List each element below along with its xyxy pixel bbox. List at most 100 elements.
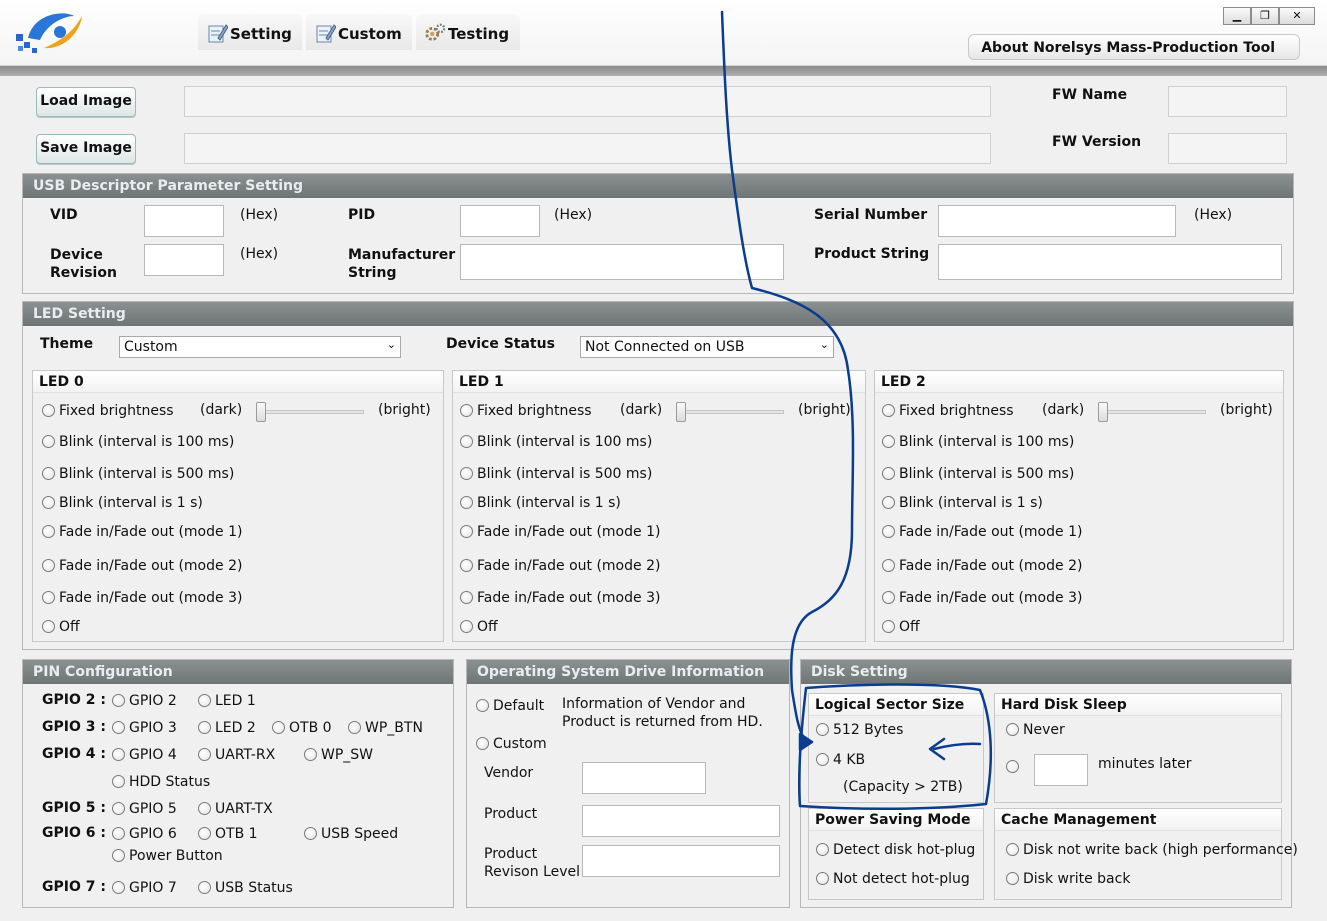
led-0-fade-mode1-radio[interactable]: Fade in/Fade out (mode 1) (42, 524, 242, 540)
product-string-input[interactable] (938, 244, 1282, 280)
theme-select[interactable]: Custom ⌄ (119, 336, 401, 358)
led-0-fade-mode2-radio[interactable]: Fade in/Fade out (mode 2) (42, 558, 242, 574)
manufacturer-string-input[interactable] (460, 244, 784, 280)
led-2-fade-mode3-radio[interactable]: Fade in/Fade out (mode 3) (882, 590, 1082, 606)
radio-icon (816, 843, 829, 856)
os-default-radio[interactable]: Default (476, 698, 544, 714)
led-1-blink-1s-radio[interactable]: Blink (interval is 1 s) (460, 495, 621, 511)
about-button[interactable]: About Norelsys Mass-Production Tool (968, 34, 1300, 60)
led-0-off-radio[interactable]: Off (42, 619, 80, 635)
radio-icon (198, 721, 211, 734)
led-2-fixed-brightness-radio[interactable]: Fixed brightness (882, 403, 1014, 419)
tab-testing[interactable]: Testing (416, 14, 520, 50)
led-0-fixed-brightness-radio[interactable]: Fixed brightness (42, 403, 174, 419)
gpio-4-wpsw-radio[interactable]: WP_SW (304, 747, 373, 763)
led-0-blink-100-radio[interactable]: Blink (interval is 100 ms) (42, 434, 234, 450)
radio-icon (42, 435, 55, 448)
sleep-never-radio[interactable]: Never (1006, 722, 1065, 738)
gpio-7-usbstatus-radio[interactable]: USB Status (198, 880, 293, 896)
radio-icon (1006, 723, 1019, 736)
radio-icon (460, 591, 473, 604)
gpio-3-otb0-radio[interactable]: OTB 0 (272, 720, 332, 736)
revision-label-line-1: Product (484, 846, 538, 862)
app-logo-icon (16, 13, 82, 53)
tab-custom[interactable]: Custom (306, 14, 412, 50)
sleep-minutes-input[interactable] (1034, 754, 1088, 786)
fw-name-label: FW Name (1052, 87, 1128, 103)
product-input[interactable] (582, 805, 780, 837)
led-2-title: LED 2 (875, 371, 1283, 393)
sector-4kb-radio[interactable]: 4 KB (816, 752, 865, 768)
led-2-blink-500-radio[interactable]: Blink (interval is 500 ms) (882, 466, 1074, 482)
gpio-5-uarttx-radio[interactable]: UART-TX (198, 801, 273, 817)
fw-version-label: FW Version (1052, 134, 1142, 150)
led-0-blink-500-radio[interactable]: Blink (interval is 500 ms) (42, 466, 234, 482)
theme-value: Custom (124, 339, 178, 355)
close-icon[interactable]: ✕ (1279, 7, 1315, 25)
gpio-7-gpio7-radio[interactable]: GPIO 7 (112, 880, 177, 896)
not-detect-hotplug-radio[interactable]: Not detect hot-plug (816, 871, 970, 887)
gears-icon (425, 23, 446, 41)
led-1-brightness-slider[interactable] (676, 410, 784, 414)
led-0-brightness-slider[interactable] (256, 410, 364, 414)
radio-icon (882, 559, 895, 572)
led-1-fade-mode2-radio[interactable]: Fade in/Fade out (mode 2) (460, 558, 660, 574)
sector-512-radio[interactable]: 512 Bytes (816, 722, 903, 738)
radio-icon (112, 881, 125, 894)
vid-input[interactable] (144, 205, 224, 237)
led-2-blink-100-radio[interactable]: Blink (interval is 100 ms) (882, 434, 1074, 450)
device-status-select[interactable]: Not Connected on USB ⌄ (580, 336, 834, 358)
led-0-fade-mode3-radio[interactable]: Fade in/Fade out (mode 3) (42, 590, 242, 606)
gpio-4-hddstatus-radio[interactable]: HDD Status (112, 774, 210, 790)
sleep-minutes-radio[interactable] (1006, 760, 1019, 773)
gpio-4-gpio4-radio[interactable]: GPIO 4 (112, 747, 177, 763)
tab-setting[interactable]: Setting (198, 14, 302, 50)
gpio-2-led1-radio[interactable]: LED 1 (198, 693, 256, 709)
led-1-fixed-brightness-radio[interactable]: Fixed brightness (460, 403, 592, 419)
detect-hotplug-radio[interactable]: Detect disk hot-plug (816, 842, 975, 858)
led-0-slider-thumb[interactable] (256, 402, 266, 422)
gpio-3-gpio3-radio[interactable]: GPIO 3 (112, 720, 177, 736)
pid-input[interactable] (460, 205, 540, 237)
revision-input[interactable] (582, 845, 780, 877)
gpio-2-label: GPIO 2 : (42, 692, 106, 708)
led-1-slider-thumb[interactable] (676, 402, 686, 422)
disk-not-write-back-radio[interactable]: Disk not write back (high performance) (1006, 842, 1298, 858)
led-1-blink-500-radio[interactable]: Blink (interval is 500 ms) (460, 466, 652, 482)
gpio-6-powerbutton-radio[interactable]: Power Button (112, 848, 223, 864)
minimize-icon[interactable]: ▁ (1223, 7, 1251, 25)
gpio-2-gpio2-radio[interactable]: GPIO 2 (112, 693, 177, 709)
gpio-6-usbspeed-radio[interactable]: USB Speed (304, 826, 398, 842)
led-2-brightness-slider[interactable] (1098, 410, 1206, 414)
led-1-fade-mode3-radio[interactable]: Fade in/Fade out (mode 3) (460, 590, 660, 606)
gpio-3-wpbtn-radio[interactable]: WP_BTN (348, 720, 423, 736)
fw-version-field (1168, 133, 1287, 164)
pin-configuration-title: PIN Configuration (23, 660, 453, 684)
os-custom-radio[interactable]: Custom (476, 736, 547, 752)
led-2-slider-thumb[interactable] (1098, 402, 1108, 422)
save-image-button[interactable]: Save Image (36, 134, 136, 164)
radio-icon (460, 496, 473, 509)
gpio-6-gpio6-radio[interactable]: GPIO 6 (112, 826, 177, 842)
led-2-fade-mode2-radio[interactable]: Fade in/Fade out (mode 2) (882, 558, 1082, 574)
led-0-blink-1s-radio[interactable]: Blink (interval is 1 s) (42, 495, 203, 511)
revision-label-line-2: Revison Level (484, 864, 581, 880)
vendor-input[interactable] (582, 762, 706, 794)
led-2-blink-1s-radio[interactable]: Blink (interval is 1 s) (882, 495, 1043, 511)
load-image-button[interactable]: Load Image (36, 87, 136, 117)
restore-icon[interactable]: ❐ (1251, 7, 1279, 25)
led-1-blink-100-radio[interactable]: Blink (interval is 100 ms) (460, 434, 652, 450)
gpio-3-led2-radio[interactable]: LED 2 (198, 720, 256, 736)
led-1-off-radio[interactable]: Off (460, 619, 498, 635)
manufacturer-string-label: Manufacturer String (348, 247, 456, 281)
serial-number-input[interactable] (938, 205, 1176, 237)
device-revision-input[interactable] (144, 244, 224, 276)
gpio-5-gpio5-radio[interactable]: GPIO 5 (112, 801, 177, 817)
gpio-6-otb1-radio[interactable]: OTB 1 (198, 826, 258, 842)
gpio-4-uartrx-radio[interactable]: UART-RX (198, 747, 275, 763)
radio-icon (460, 404, 473, 417)
disk-write-back-radio[interactable]: Disk write back (1006, 871, 1130, 887)
led-2-off-radio[interactable]: Off (882, 619, 920, 635)
led-2-fade-mode1-radio[interactable]: Fade in/Fade out (mode 1) (882, 524, 1082, 540)
led-1-fade-mode1-radio[interactable]: Fade in/Fade out (mode 1) (460, 524, 660, 540)
